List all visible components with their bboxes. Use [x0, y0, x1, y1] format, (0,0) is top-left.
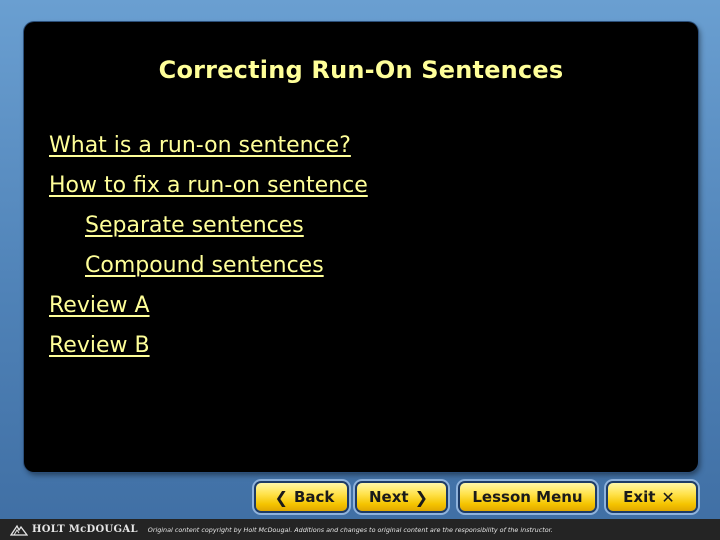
slide-panel: Correcting Run-On Sentences	[24, 22, 698, 472]
link-compound-sentences[interactable]: Compound sentences	[85, 253, 324, 278]
holt-logo-icon	[10, 524, 28, 536]
link-how-to-fix[interactable]: How to fix a run-on sentence	[49, 173, 368, 198]
link-review-a[interactable]: Review A	[49, 293, 150, 318]
brand-name: HOLT McDOUGAL	[32, 524, 138, 535]
lesson-menu-button-label: Lesson Menu	[472, 488, 583, 506]
link-separate-sentences[interactable]: Separate sentences	[85, 213, 304, 238]
next-button[interactable]: Next ❯	[357, 483, 446, 511]
slide-title: Correcting Run-On Sentences	[158, 56, 564, 84]
footer-bar: HOLT McDOUGAL Original content copyright…	[0, 519, 720, 540]
lesson-menu-button[interactable]: Lesson Menu	[460, 483, 595, 511]
exit-button[interactable]: Exit ✕	[608, 483, 696, 511]
link-what-is-run-on[interactable]: What is a run-on sentence?	[49, 133, 351, 158]
holt-logo: HOLT McDOUGAL	[10, 524, 138, 536]
link-review-b[interactable]: Review B	[49, 333, 150, 358]
close-icon: ✕	[661, 487, 675, 507]
copyright-text: Original content copyright by Holt McDou…	[147, 525, 553, 534]
chevron-right-icon: ❯	[414, 487, 428, 507]
back-button[interactable]: ❮ Back	[256, 483, 347, 511]
back-button-label: Back	[293, 488, 335, 506]
next-button-label: Next	[369, 488, 409, 506]
chevron-left-icon: ❮	[274, 487, 288, 507]
exit-button-label: Exit	[623, 488, 656, 506]
